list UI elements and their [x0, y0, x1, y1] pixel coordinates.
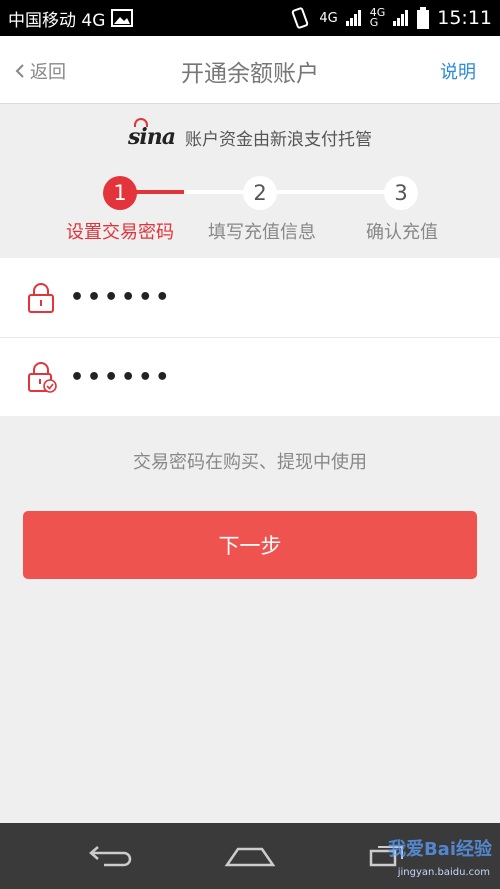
home-icon[interactable]: [224, 843, 276, 869]
gallery-icon: [111, 9, 134, 27]
nav-bar: 返回 开通余额账户 说明: [0, 36, 500, 104]
step-line-inactive: [184, 190, 402, 194]
lock-icon: [28, 282, 54, 313]
confirm-password-value: ••••••: [70, 364, 173, 390]
network-type-2: 4G G: [369, 6, 386, 29]
trust-row: sina 账户资金由新浪支付托管: [0, 118, 500, 150]
lock-check-icon: [28, 362, 57, 393]
step-2-dot: 2: [243, 176, 277, 210]
step-3-dot: 3: [384, 176, 418, 210]
password-value: ••••••: [70, 285, 173, 310]
signal-icon-2: [393, 10, 409, 26]
network-type-1: 4G: [319, 10, 338, 26]
step-3-label: 确认充值: [366, 222, 438, 243]
help-link[interactable]: 说明: [440, 58, 476, 84]
system-nav-bar: 我爱Bai经验 jingyan.baidu.com: [0, 823, 500, 889]
carrier-label: 中国移动 4G: [8, 10, 106, 31]
confirm-password-field[interactable]: ••••••: [0, 337, 500, 416]
sina-logo: sina: [128, 118, 176, 150]
step-1-label: 设置交易密码: [66, 222, 174, 243]
watermark-url: jingyan.baidu.com: [397, 867, 490, 878]
watermark-logo: 我爱Bai经验: [387, 839, 492, 860]
next-step-button[interactable]: 下一步: [23, 511, 477, 579]
battery-icon: [417, 7, 430, 29]
back-arrow-icon[interactable]: [88, 843, 134, 869]
clock: 15:11: [437, 7, 492, 29]
password-field[interactable]: ••••••: [0, 258, 500, 337]
hint-text: 交易密码在购买、提现中使用: [133, 452, 367, 473]
page-title: 开通余额账户: [181, 61, 319, 87]
status-bar: 中国移动 4G 4G 4G G 15:11: [0, 0, 500, 36]
sina-eye-mark: [134, 118, 148, 127]
step-indicator: 1 2 3 设置交易密码 填写充值信息 确认充值: [0, 174, 500, 244]
step-1-dot: 1: [103, 176, 137, 210]
vibrate-icon: [292, 7, 309, 29]
trust-text: 账户资金由新浪支付托管: [185, 129, 372, 150]
step-2-label: 填写充值信息: [208, 222, 316, 243]
signal-icon-1: [345, 10, 361, 26]
password-form: •••••• ••••••: [0, 258, 500, 416]
